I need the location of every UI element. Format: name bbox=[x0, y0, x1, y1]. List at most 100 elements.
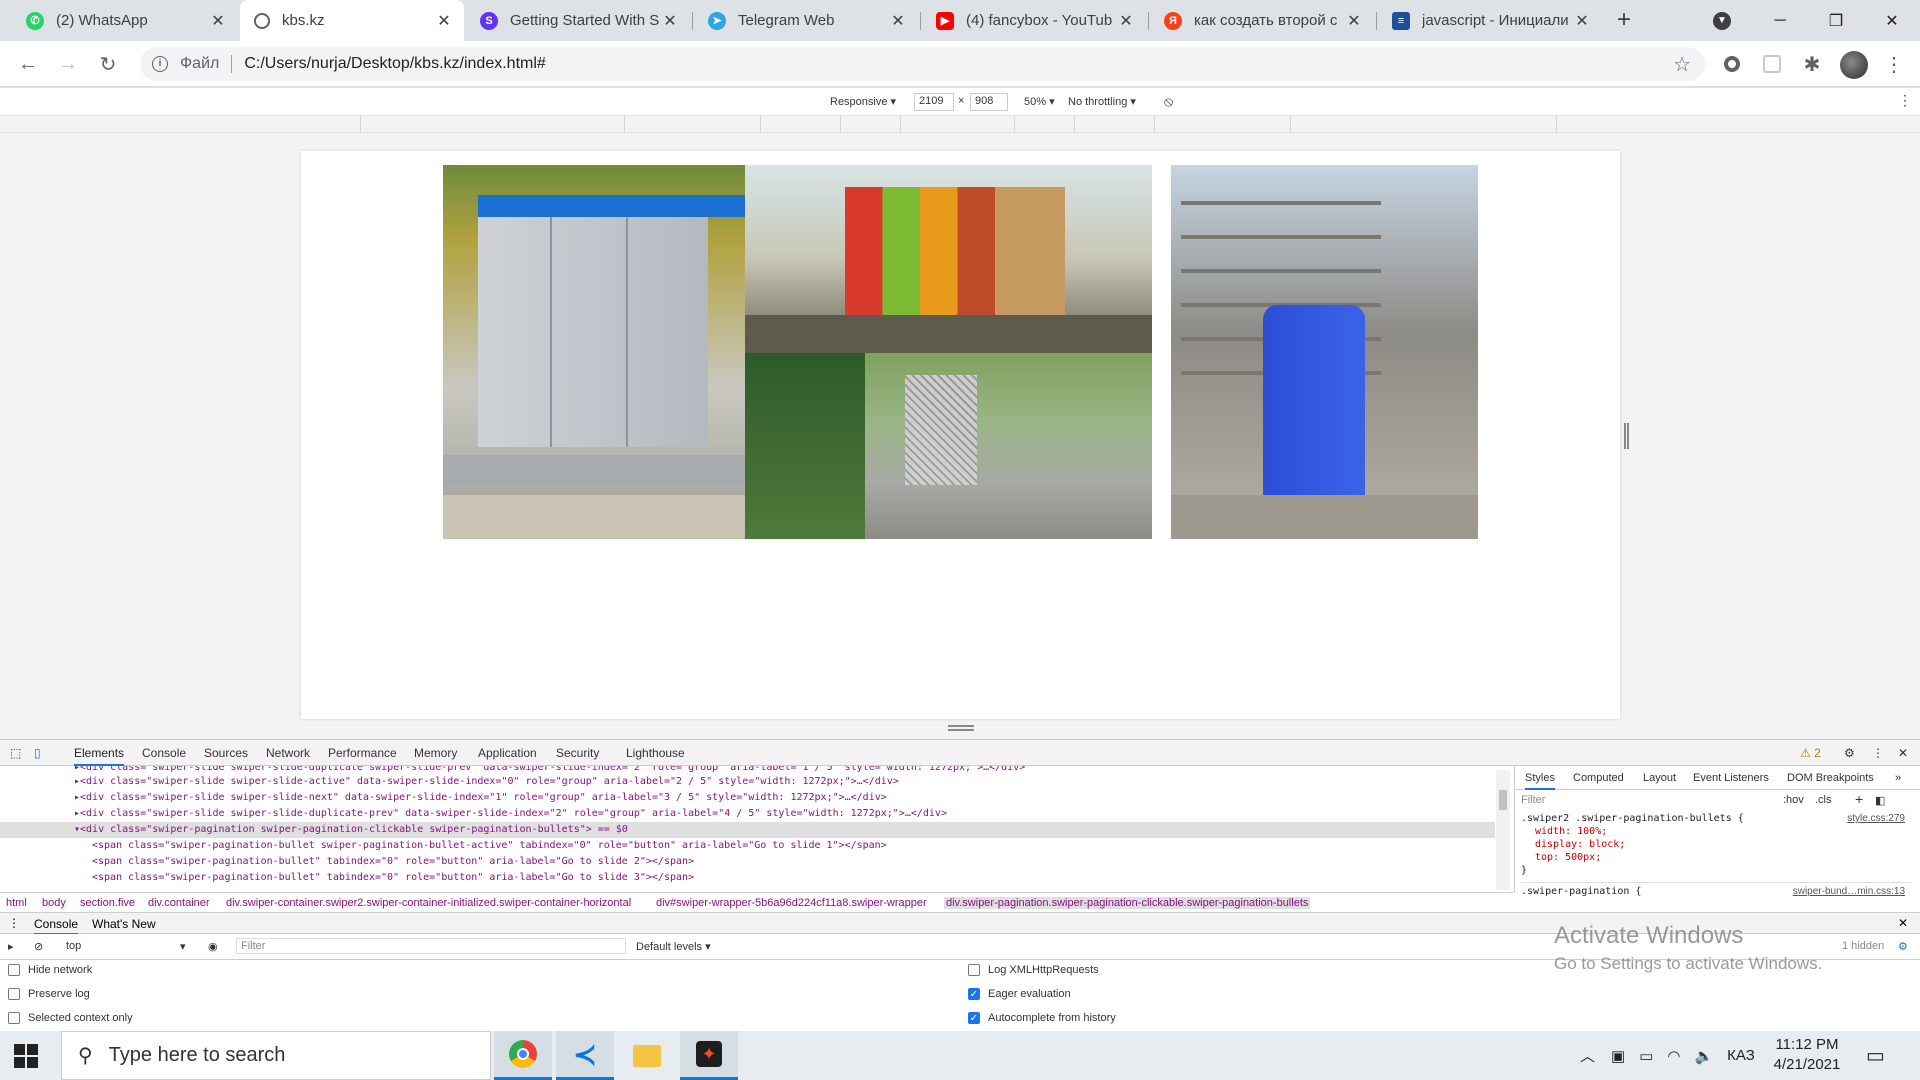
sidebar-toggle-icon[interactable]: ▸ bbox=[8, 940, 14, 953]
taskbar-app-vscode[interactable]: ≺ bbox=[556, 1031, 614, 1080]
viewport-height-input[interactable]: 908 bbox=[970, 93, 1008, 111]
minimize-button[interactable]: ─ bbox=[1752, 0, 1808, 41]
slide-image-park-bin[interactable] bbox=[745, 353, 1152, 539]
cls-toggle[interactable]: .cls bbox=[1815, 794, 1832, 806]
tab-swiper[interactable]: S Getting Started With S ✕ bbox=[466, 0, 690, 41]
dom-node-selected[interactable]: ▾<div class="swiper-pagination swiper-pa… bbox=[0, 822, 1495, 838]
preserve-log-checkbox[interactable]: Preserve log bbox=[8, 988, 90, 1000]
dom-node[interactable]: ▸<div class="swiper-slide swiper-slide-d… bbox=[0, 806, 1495, 822]
throttling-dropdown[interactable]: No throttling ▾ bbox=[1068, 95, 1136, 108]
drawer-tab-console[interactable]: Console bbox=[34, 917, 79, 935]
reload-button[interactable]: ↻ bbox=[94, 50, 122, 78]
add-rule-icon[interactable]: + bbox=[1855, 791, 1863, 807]
tab-console[interactable]: Console bbox=[142, 746, 186, 760]
levels-dropdown[interactable]: Default levels ▾ bbox=[636, 940, 711, 953]
kebab-menu-icon[interactable]: ⋮ bbox=[1872, 746, 1884, 760]
css-property[interactable]: top: 500px; bbox=[1521, 851, 1911, 864]
device-toggle-icon[interactable]: ▯ bbox=[34, 746, 41, 760]
close-icon[interactable]: ✕ bbox=[662, 11, 678, 31]
taskbar-search[interactable]: ⚲ Type here to search bbox=[61, 1031, 491, 1080]
chevron-up-icon[interactable]: ︿ bbox=[1580, 1045, 1595, 1066]
star-icon[interactable]: ☆ bbox=[1673, 52, 1691, 77]
address-bar[interactable]: i Файл C:/Users/nurja/Desktop/kbs.kz/ind… bbox=[140, 47, 1705, 81]
checkbox-box-checked[interactable]: ✓ bbox=[968, 988, 980, 1000]
tab-yandex[interactable]: Я как создать второй с ✕ bbox=[1150, 0, 1374, 41]
context-select[interactable]: top bbox=[66, 940, 81, 952]
chevron-down-icon[interactable]: ▾ bbox=[180, 940, 186, 953]
checkbox-box[interactable] bbox=[8, 1012, 20, 1024]
notifications-icon[interactable]: ▭ bbox=[1866, 1031, 1885, 1080]
avatar[interactable] bbox=[1840, 51, 1868, 79]
menu-button[interactable]: ⋮ bbox=[1880, 50, 1908, 78]
tab-performance[interactable]: Performance bbox=[328, 746, 397, 760]
extension-button[interactable] bbox=[1758, 50, 1786, 78]
close-icon[interactable]: ✕ bbox=[210, 11, 226, 31]
tab-youtube[interactable]: ▶ (4) fancybox - YouTub ✕ bbox=[922, 0, 1146, 41]
breadcrumb-item[interactable]: div.container bbox=[148, 897, 210, 909]
forward-button[interactable]: → bbox=[54, 50, 82, 78]
tab-computed[interactable]: Computed bbox=[1573, 772, 1624, 784]
close-window-button[interactable]: ✕ bbox=[1864, 0, 1920, 41]
dom-node[interactable]: <span class="swiper-pagination-bullet sw… bbox=[0, 838, 1495, 854]
scrollbar-thumb[interactable] bbox=[1499, 790, 1507, 810]
windows-start-icon[interactable] bbox=[14, 1044, 38, 1068]
hide-network-checkbox[interactable]: Hide network bbox=[8, 964, 92, 976]
resize-handle-bottom[interactable] bbox=[948, 725, 974, 731]
styles-filter-input[interactable]: Filter bbox=[1521, 794, 1545, 806]
slide-image-portable-toilet[interactable] bbox=[1171, 165, 1478, 539]
dom-node[interactable]: ▸<div class="swiper-slide swiper-slide-n… bbox=[0, 790, 1495, 806]
console-filter-input[interactable]: Filter bbox=[236, 938, 626, 954]
slide-image-colorful-cabin[interactable] bbox=[745, 165, 1152, 353]
slide-image-cabin[interactable] bbox=[443, 165, 745, 539]
tab-styles[interactable]: Styles bbox=[1525, 772, 1555, 790]
breadcrumb-item[interactable]: html bbox=[6, 897, 27, 909]
close-icon[interactable]: ✕ bbox=[1898, 916, 1908, 930]
css-selector[interactable]: .swiper2 .swiper-pagination-bullets { bbox=[1521, 813, 1744, 824]
responsive-dropdown[interactable]: Responsive ▾ bbox=[830, 95, 896, 108]
checkbox-box-checked[interactable]: ✓ bbox=[968, 1012, 980, 1024]
dom-node[interactable]: <span class="swiper-pagination-bullet" t… bbox=[0, 854, 1495, 870]
tab-memory[interactable]: Memory bbox=[414, 746, 457, 760]
url-text[interactable]: C:/Users/nurja/Desktop/kbs.kz/index.html… bbox=[244, 55, 545, 73]
tab-stackoverflow[interactable]: ≡ javascript - Инициали ✕ bbox=[1378, 0, 1602, 41]
breadcrumb-item-selected[interactable]: div.swiper-pagination.swiper-pagination-… bbox=[944, 897, 1311, 909]
selected-context-checkbox[interactable]: Selected context only bbox=[8, 1012, 133, 1024]
resize-handle-right[interactable] bbox=[1624, 423, 1629, 449]
breadcrumb-item[interactable]: body bbox=[42, 897, 66, 909]
taskbar-clock[interactable]: 11:12 PM 4/21/2021 bbox=[1762, 1035, 1852, 1075]
hov-toggle[interactable]: :hov bbox=[1783, 794, 1804, 806]
eye-icon[interactable]: ◉ bbox=[208, 940, 218, 953]
tab-security[interactable]: Security bbox=[556, 746, 599, 760]
dom-node[interactable]: <span class="swiper-pagination-bullet" t… bbox=[0, 870, 1495, 886]
css-source-link[interactable]: style.css:279 bbox=[1847, 812, 1905, 825]
sidebar-toggle-icon[interactable]: ◧ bbox=[1875, 794, 1885, 807]
drawer-tab-whats-new[interactable]: What's New bbox=[92, 917, 156, 931]
close-icon[interactable]: ✕ bbox=[1574, 11, 1590, 31]
tab-event-listeners[interactable]: Event Listeners bbox=[1693, 772, 1769, 784]
css-selector[interactable]: .swiper-pagination { bbox=[1521, 886, 1641, 897]
css-property[interactable]: display: block; bbox=[1521, 838, 1911, 851]
warnings-badge[interactable]: ⚠ 2 bbox=[1800, 746, 1821, 760]
breadcrumb-item[interactable]: div.swiper-container.swiper2.swiper-cont… bbox=[226, 897, 631, 909]
kebab-menu-icon[interactable]: ⋮ bbox=[1898, 92, 1912, 109]
extension-button[interactable] bbox=[1718, 50, 1746, 78]
new-tab-button[interactable]: + bbox=[1610, 6, 1638, 34]
tab-kbs[interactable]: kbs.kz ✕ bbox=[240, 0, 464, 41]
info-icon[interactable]: i bbox=[152, 56, 168, 72]
breadcrumb-item[interactable]: div#swiper-wrapper-5b6a96d224cf11a8.swip… bbox=[656, 897, 927, 909]
kebab-menu-icon[interactable]: ⋮ bbox=[8, 916, 20, 930]
wifi-icon[interactable]: ◠ bbox=[1667, 1047, 1680, 1065]
extensions-button[interactable]: ✱ bbox=[1798, 50, 1826, 78]
autocomplete-checkbox[interactable]: ✓ Autocomplete from history bbox=[968, 1012, 1116, 1024]
tab-elements[interactable]: Elements bbox=[74, 746, 125, 766]
zoom-dropdown[interactable]: 50% ▾ bbox=[1024, 95, 1055, 108]
tab-network[interactable]: Network bbox=[266, 746, 310, 760]
dom-node[interactable]: ▸<div class="swiper-slide swiper-slide-a… bbox=[0, 774, 1495, 790]
tab-telegram[interactable]: ➤ Telegram Web ✕ bbox=[694, 0, 918, 41]
tab-lighthouse[interactable]: Lighthouse bbox=[626, 746, 685, 760]
close-icon[interactable]: ✕ bbox=[1118, 11, 1134, 31]
language-indicator[interactable]: КАЗ bbox=[1727, 1047, 1755, 1064]
chevron-right-icon[interactable]: » bbox=[1895, 772, 1901, 784]
viewport-width-input[interactable]: 2109 bbox=[914, 93, 954, 111]
css-source-link[interactable]: swiper-bund…min.css:13 bbox=[1793, 885, 1905, 898]
